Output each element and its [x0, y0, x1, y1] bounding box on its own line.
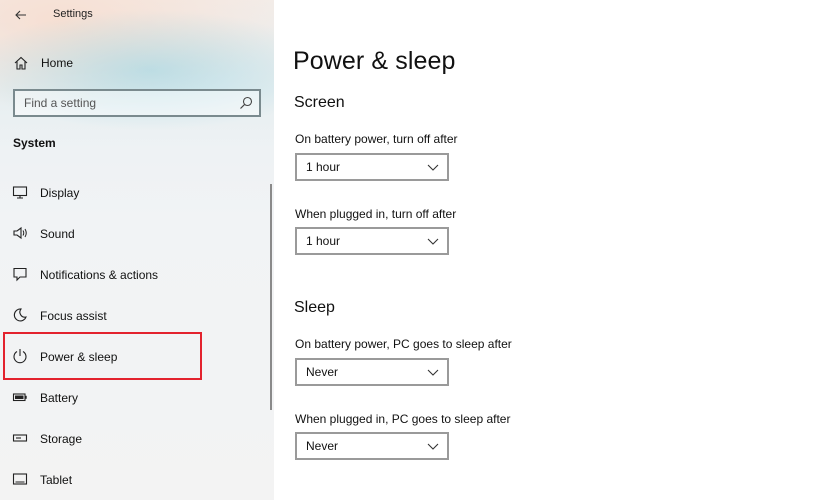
storage-icon: [12, 434, 28, 442]
dropdown-value: 1 hour: [306, 160, 341, 174]
screen-plugged-dropdown[interactable]: 1 hour: [295, 227, 449, 255]
sidebar-item-label: Storage: [40, 432, 83, 446]
main-content: Power & sleep Screen On battery power, t…: [274, 0, 840, 500]
sidebar-item-label: Power & sleep: [40, 350, 118, 364]
sidebar-item-display[interactable]: Display: [0, 174, 262, 210]
sidebar-item-label: Notifications & actions: [40, 268, 159, 282]
sleep-plugged-label: When plugged in, PC goes to sleep after: [295, 412, 511, 426]
tablet-icon: [12, 473, 28, 485]
home-nav-item[interactable]: Home: [0, 48, 274, 78]
dropdown-value: Never: [306, 439, 339, 453]
sleep-battery-dropdown[interactable]: Never: [295, 358, 449, 386]
sidebar-scrollbar[interactable]: [270, 184, 272, 410]
search-icon[interactable]: [239, 96, 253, 110]
screen-battery-dropdown[interactable]: 1 hour: [295, 153, 449, 181]
sidebar-item-storage[interactable]: Storage: [0, 420, 262, 456]
moon-icon: [13, 308, 27, 322]
dropdown-value: Never: [306, 365, 339, 379]
monitor-icon: [12, 186, 28, 199]
battery-icon: [12, 393, 27, 402]
sidebar-item-label: Focus assist: [40, 309, 107, 323]
sidebar-item-label: Display: [40, 186, 80, 200]
screen-plugged-label: When plugged in, turn off after: [295, 207, 457, 221]
home-icon: [14, 56, 28, 70]
sidebar-item-sound[interactable]: Sound: [0, 215, 262, 251]
search-input[interactable]: [15, 91, 230, 115]
notification-icon: [13, 267, 27, 282]
screen-battery-label: On battery power, turn off after: [295, 132, 458, 146]
sidebar-item-battery[interactable]: Battery: [0, 379, 262, 415]
chevron-down-icon: [427, 238, 439, 245]
sidebar: Settings Home System Display Sound: [0, 0, 274, 500]
sidebar-item-focus-assist[interactable]: Focus assist: [0, 297, 262, 333]
sidebar-item-label: Tablet: [40, 473, 73, 487]
sidebar-item-label: Battery: [40, 391, 79, 405]
chevron-down-icon: [427, 164, 439, 171]
sleep-section-title: Sleep: [294, 299, 335, 316]
chevron-down-icon: [427, 443, 439, 450]
section-title-system: System: [13, 136, 56, 150]
back-button[interactable]: [10, 5, 32, 25]
sleep-plugged-dropdown[interactable]: Never: [295, 432, 449, 460]
sleep-battery-label: On battery power, PC goes to sleep after: [295, 337, 512, 351]
chevron-down-icon: [427, 369, 439, 376]
page-title: Power & sleep: [293, 47, 456, 75]
sidebar-item-notifications[interactable]: Notifications & actions: [0, 256, 262, 292]
sidebar-item-power-sleep[interactable]: Power & sleep: [0, 338, 262, 374]
home-label: Home: [41, 56, 74, 70]
title-bar: Settings: [0, 0, 274, 30]
speaker-icon: [13, 226, 27, 240]
back-arrow-icon: [15, 10, 26, 20]
sidebar-item-tablet[interactable]: Tablet: [0, 461, 262, 497]
search-box: [13, 89, 261, 117]
power-icon: [13, 349, 27, 364]
sidebar-item-label: Sound: [40, 227, 75, 241]
dropdown-value: 1 hour: [306, 234, 341, 248]
screen-section-title: Screen: [294, 94, 345, 111]
app-title: Settings: [53, 8, 93, 20]
